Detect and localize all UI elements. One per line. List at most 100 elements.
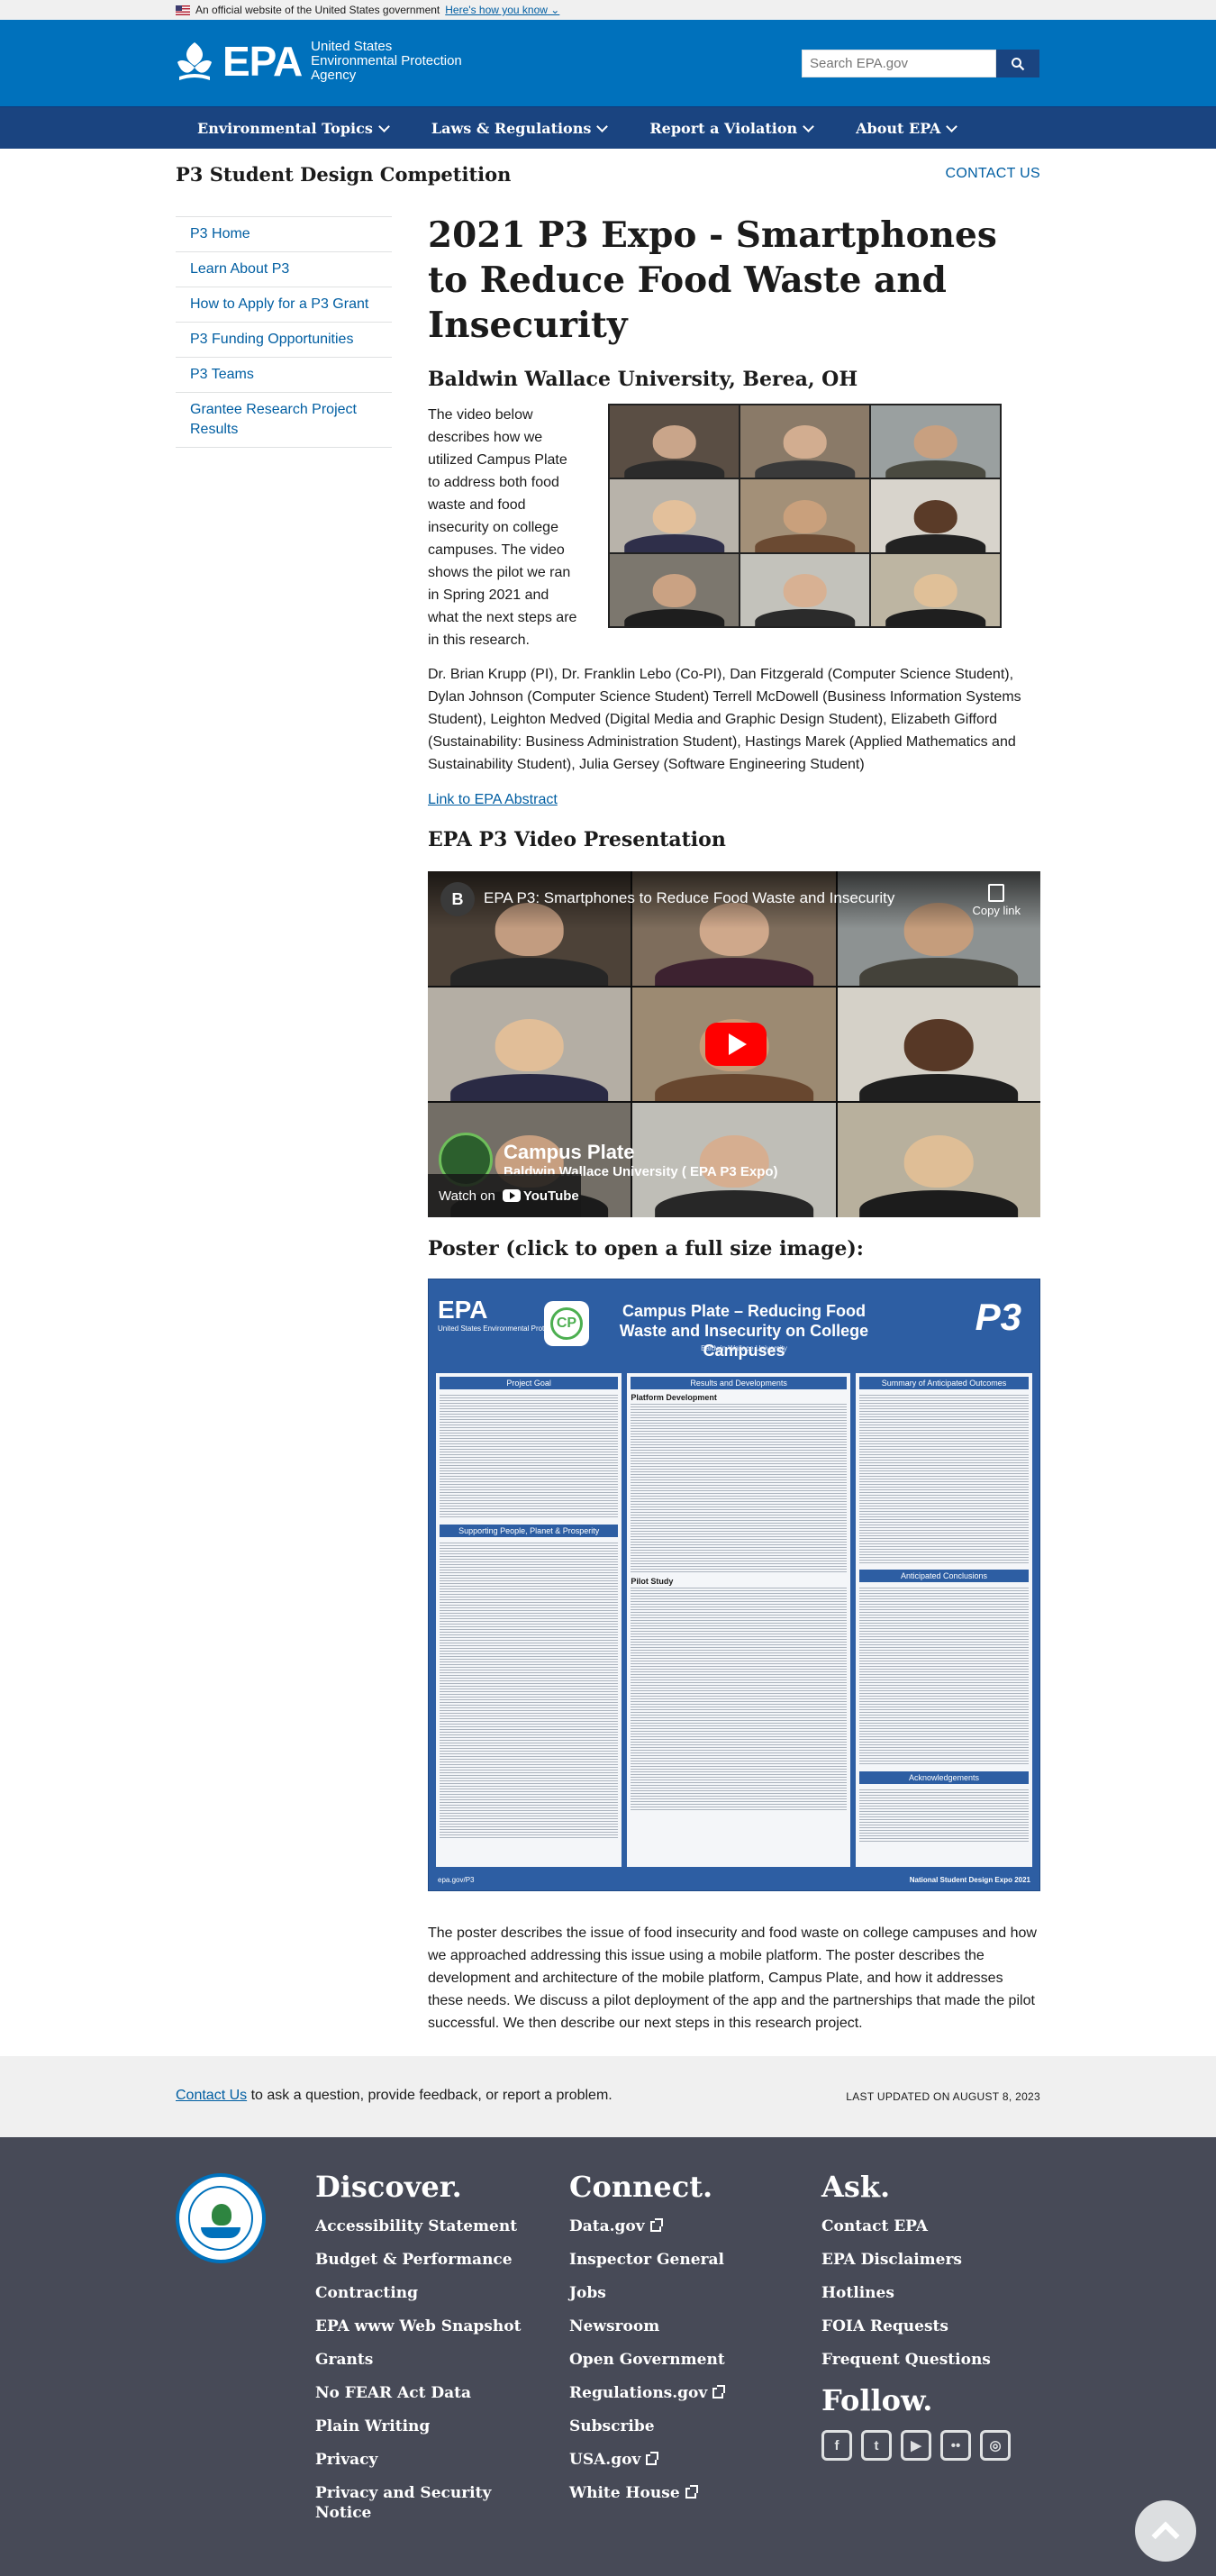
footer-link-usa-gov[interactable]: USA.gov (569, 2450, 725, 2470)
agency-name-line2: Environmental Protection (311, 53, 462, 68)
sidebar-item-learn-about-p3[interactable]: Learn About P3 (176, 252, 392, 287)
footer-link-no-fear[interactable]: No FEAR Act Data (315, 2383, 521, 2403)
poster-text-block (858, 1393, 1029, 1564)
microsite-title[interactable]: P3 Student Design Competition (176, 163, 511, 186)
last-updated: LAST UPDATED ON AUGUST 8, 2023 (846, 2090, 1040, 2103)
p3-logo: P3 (975, 1296, 1021, 1338)
footer-link-white-house[interactable]: White House (569, 2483, 725, 2503)
poster-text-block (631, 1586, 847, 1811)
contact-text: Contact Us to ask a question, provide fe… (176, 2088, 613, 2104)
twitter-icon[interactable]: t (861, 2430, 892, 2461)
footer-link-label: Regulations.gov (569, 2384, 708, 2402)
campus-plate-app-icon: CP (544, 1301, 589, 1346)
poster-header: EPA United States Environmental Protectio… (429, 1279, 1039, 1370)
footer-connect: Connect. Data.gov Inspector General Jobs… (569, 2170, 726, 2517)
contact-strip-text: to ask a question, provide feedback, or … (250, 2088, 613, 2103)
epa-abstract-link[interactable]: Link to EPA Abstract (428, 792, 1040, 808)
footer-link-subscribe[interactable]: Subscribe (569, 2417, 725, 2436)
footer-link-inspector-general[interactable]: Inspector General (569, 2250, 725, 2270)
page-title: 2021 P3 Expo - Smartphones to Reduce Foo… (428, 214, 997, 346)
footer-link-privacy[interactable]: Privacy (315, 2450, 521, 2470)
agency-name-line3: Agency (311, 68, 357, 83)
site-search (802, 50, 1039, 77)
footer-link-contracting[interactable]: Contracting (315, 2283, 521, 2303)
overlay-title: Campus Plate (504, 1140, 635, 1163)
footer-link-hotlines[interactable]: Hotlines (821, 2283, 1011, 2303)
epa-logo[interactable]: EPA United States Environmental Protecti… (176, 40, 462, 83)
external-link-icon (712, 2385, 726, 2399)
poster-col-head: Project Goal (440, 1377, 619, 1389)
poster-col-project-goal: Project Goal Supporting People, Planet &… (436, 1373, 622, 1867)
youtube-icon[interactable]: ▶ (901, 2430, 931, 2461)
footer-link-data-gov[interactable]: Data.gov (569, 2216, 725, 2236)
search-icon (1012, 57, 1025, 70)
footer-link-web-snapshot[interactable]: EPA www Web Snapshot (315, 2317, 521, 2336)
sidebar-item-p3-teams[interactable]: P3 Teams (176, 358, 392, 393)
nav-environmental-topics[interactable]: Environmental Topics (176, 107, 410, 150)
copy-link-label: Copy link (972, 904, 1021, 917)
nav-about-epa[interactable]: About EPA (834, 107, 977, 150)
search-input[interactable] (802, 50, 996, 77)
sidebar-item-how-to-apply[interactable]: How to Apply for a P3 Grant (176, 287, 392, 323)
chevron-down-icon (596, 120, 609, 132)
chevron-down-icon (377, 120, 390, 132)
footer-link-label: USA.gov (569, 2451, 641, 2469)
youtube-logo: YouTube (502, 1188, 579, 1204)
team-zoom-photo (608, 404, 1002, 628)
footer-link-faq[interactable]: Frequent Questions (821, 2350, 1011, 2370)
footer-link-open-government[interactable]: Open Government (569, 2350, 725, 2370)
search-button[interactable] (996, 50, 1039, 77)
follow-heading: Follow. (821, 2383, 933, 2417)
video-title[interactable]: EPA P3: Smartphones to Reduce Food Waste… (484, 889, 894, 907)
footer-link-newsroom[interactable]: Newsroom (569, 2317, 725, 2336)
footer-link-budget[interactable]: Budget & Performance (315, 2250, 521, 2270)
footer-link-accessibility[interactable]: Accessibility Statement (315, 2216, 521, 2236)
facebook-icon[interactable]: f (821, 2430, 852, 2461)
poster-heading: Poster (click to open a full size image)… (428, 1237, 864, 1261)
poster-columns: Project Goal Supporting People, Planet &… (436, 1373, 1032, 1867)
copy-link-button[interactable]: Copy link (973, 884, 1021, 917)
back-to-top-button[interactable] (1135, 2500, 1196, 2562)
poster-subhead: Platform Development (631, 1393, 717, 1402)
seal-flower (212, 2204, 231, 2226)
chevron-down-icon (803, 120, 814, 132)
cp-icon-label: CP (550, 1307, 583, 1340)
official-gov-banner: An official website of the United States… (0, 0, 1216, 20)
footer-link-privacy-security[interactable]: Privacy and Security Notice (315, 2483, 495, 2523)
poster-image-link[interactable]: EPA United States Environmental Protectio… (428, 1279, 1040, 1891)
site-header: EPA United States Environmental Protecti… (0, 20, 1216, 106)
watch-on-youtube-button[interactable]: Watch on YouTube (428, 1174, 581, 1217)
sidebar-item-funding-opportunities[interactable]: P3 Funding Opportunities (176, 323, 392, 358)
poster-col-head: Anticipated Conclusions (858, 1570, 1029, 1582)
play-button[interactable] (705, 1023, 767, 1066)
footer-link-grants[interactable]: Grants (315, 2350, 521, 2370)
youtube-icon (502, 1189, 521, 1202)
nav-item-label: Report a Violation (649, 120, 798, 137)
youtube-video-embed[interactable]: B EPA P3: Smartphones to Reduce Food Was… (428, 871, 1040, 1217)
footer-link-disclaimers[interactable]: EPA Disclaimers (821, 2250, 1011, 2270)
nav-report-violation[interactable]: Report a Violation (628, 107, 834, 150)
footer-link-jobs[interactable]: Jobs (569, 2283, 725, 2303)
footer-link-foia[interactable]: FOIA Requests (821, 2317, 1011, 2336)
epa-flower-icon (177, 42, 212, 80)
footer-link-plain-writing[interactable]: Plain Writing (315, 2417, 521, 2436)
contact-us-link[interactable]: CONTACT US (945, 166, 1040, 182)
poster-col-outcomes: Summary of Anticipated Outcomes Anticipa… (855, 1373, 1032, 1867)
poster-footer-left: epa.gov/P3 (438, 1876, 475, 1884)
sidebar-item-p3-home[interactable]: P3 Home (176, 217, 392, 252)
poster-text-block (858, 1788, 1029, 1842)
official-website-text: An official website of the United States… (195, 4, 440, 16)
heres-how-you-know-link[interactable]: Here's how you know ⌄ (445, 4, 559, 16)
footer-link-label: White House (569, 2484, 680, 2502)
contact-us-footer-link[interactable]: Contact Us (176, 2088, 247, 2103)
channel-avatar[interactable]: B (440, 882, 475, 916)
flickr-icon[interactable]: •• (940, 2430, 971, 2461)
us-flag-icon (176, 5, 190, 15)
instagram-icon[interactable]: ◎ (980, 2430, 1011, 2461)
footer-link-contact-epa[interactable]: Contact EPA (821, 2216, 1011, 2236)
footer-link-regulations-gov[interactable]: Regulations.gov (569, 2383, 726, 2403)
nav-laws-regulations[interactable]: Laws & Regulations (410, 107, 629, 150)
seal-water (201, 2227, 240, 2238)
epa-seal-icon (176, 2173, 266, 2263)
sidebar-item-grantee-results[interactable]: Grantee Research Project Results (176, 393, 392, 448)
